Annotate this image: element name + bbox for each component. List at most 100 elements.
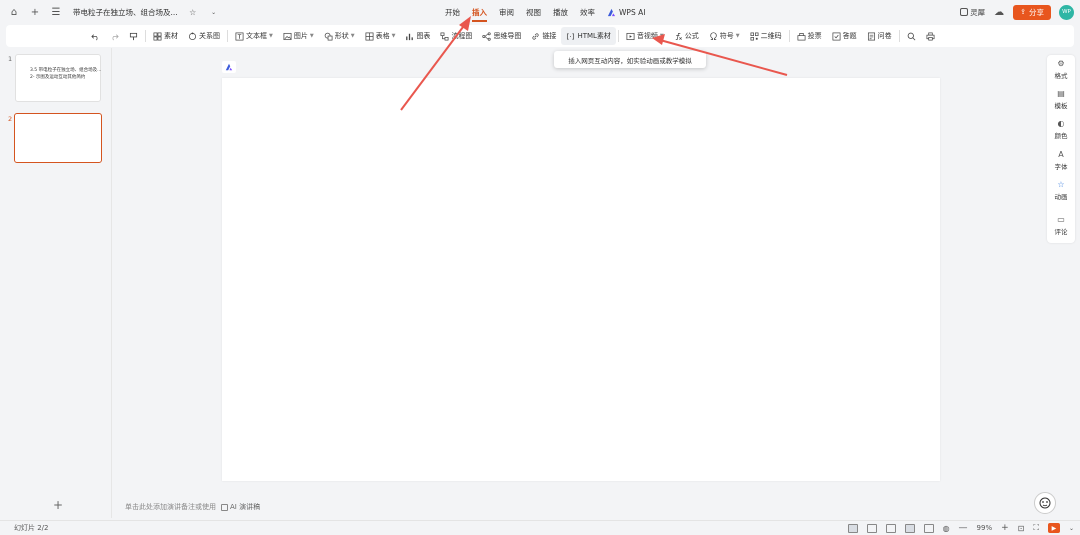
- globe-icon[interactable]: ◍: [943, 524, 950, 533]
- star-icon[interactable]: ☆: [187, 6, 199, 18]
- undo-button[interactable]: [86, 27, 105, 45]
- vote-icon: [797, 32, 806, 40]
- video-icon: [626, 32, 635, 40]
- zoom-level[interactable]: 99%: [977, 524, 993, 532]
- home-icon[interactable]: ⌂: [8, 6, 20, 18]
- menu-wps-ai[interactable]: WPS AI: [607, 8, 645, 17]
- chevron-down-icon: ▼: [735, 33, 740, 39]
- comment-icon: ▭: [1057, 215, 1065, 224]
- shape-button[interactable]: 形状 ▼: [319, 27, 360, 45]
- menu-icon[interactable]: ☰: [50, 6, 62, 18]
- share-button[interactable]: ⇪ 分享: [1013, 4, 1051, 20]
- vote-label: 投票: [807, 32, 822, 40]
- qrcode-label: 二维码: [760, 32, 782, 40]
- chevron-down-icon[interactable]: ⌄: [208, 6, 220, 18]
- notes-view-icon[interactable]: [923, 523, 934, 533]
- lingxi-button[interactable]: 灵犀: [960, 7, 985, 18]
- zoom-in-button[interactable]: +: [1001, 523, 1009, 533]
- image-button[interactable]: 图片 ▼: [278, 27, 319, 45]
- wps-ai-icon: [607, 8, 616, 16]
- vote-button[interactable]: 投票: [792, 27, 827, 45]
- media-button[interactable]: 音视频 ▼: [621, 27, 669, 45]
- link-label: 链接: [542, 32, 557, 40]
- mindmap-button[interactable]: 思维导图: [477, 27, 526, 45]
- ai-slide-icon[interactable]: [222, 61, 236, 73]
- add-tab-icon[interactable]: +: [29, 6, 41, 18]
- chart-icon: [406, 33, 414, 40]
- cloud-icon[interactable]: ☁: [993, 6, 1005, 18]
- menu-home[interactable]: 开始: [445, 7, 460, 18]
- chevron-down-icon[interactable]: ⌄: [1069, 525, 1074, 532]
- comment-panel-button[interactable]: ▭ 评论: [1047, 215, 1075, 236]
- fit-window-icon[interactable]: ⊡: [1018, 524, 1025, 533]
- grid-view-icon[interactable]: [866, 523, 877, 533]
- lingxi-label: 灵犀: [970, 7, 986, 17]
- format-panel-button[interactable]: ⚙ 格式: [1047, 59, 1075, 80]
- slide-thumbnail-2[interactable]: [14, 113, 102, 163]
- menu-review[interactable]: 审阅: [499, 7, 514, 18]
- html-material-label: HTML素材: [577, 32, 611, 40]
- flowchart-button[interactable]: 流程图: [435, 27, 477, 45]
- slide-thumbnail-text: 3.5 带电粒子在独立场、组合场及... 2- 示图及运动互动其他简约: [30, 67, 110, 81]
- wps-ai-icon: [225, 63, 233, 71]
- formula-icon: [675, 32, 682, 40]
- survey-button[interactable]: 问卷: [862, 27, 897, 45]
- font-panel-button[interactable]: A 字体: [1047, 150, 1075, 171]
- zoom-out-button[interactable]: —: [959, 523, 968, 533]
- material-button[interactable]: 素材: [148, 27, 183, 45]
- relation-label: 关系图: [199, 32, 220, 40]
- table-button[interactable]: 表格 ▼: [360, 27, 401, 45]
- gear-icon: ⚙: [1057, 59, 1065, 68]
- formula-button[interactable]: 公式: [669, 27, 704, 45]
- ai-notes-icon: [221, 503, 228, 511]
- textbox-icon: [235, 32, 244, 40]
- menu-insert[interactable]: 插入: [472, 7, 487, 22]
- quiz-icon: [832, 32, 841, 40]
- color-label: 颜色: [1054, 132, 1068, 140]
- avatar[interactable]: WP: [1059, 4, 1074, 20]
- chart-button[interactable]: 图表: [400, 27, 435, 45]
- animation-label: 动画: [1054, 193, 1068, 201]
- symbol-button[interactable]: 符号 ▼: [704, 27, 745, 45]
- mindmap-label: 思维导图: [493, 32, 522, 40]
- template-panel-button[interactable]: ▤ 模板: [1047, 89, 1075, 110]
- quiz-button[interactable]: 答题: [827, 27, 862, 45]
- fullscreen-icon[interactable]: ⛶: [1033, 523, 1039, 533]
- qrcode-button[interactable]: 二维码: [745, 27, 787, 45]
- menu-efficiency[interactable]: 效率: [580, 7, 595, 18]
- sorter-view-icon[interactable]: [885, 523, 896, 533]
- reading-view-icon[interactable]: [904, 523, 915, 533]
- format-painter-button[interactable]: [124, 27, 143, 45]
- menu-play[interactable]: 播放: [553, 7, 568, 18]
- speaker-notes-bar[interactable]: 单击此处添加演讲备注或使用 AI 演讲稿: [125, 502, 260, 512]
- ai-notes-button[interactable]: AI 演讲稿: [221, 502, 260, 512]
- thumb-line-2: 2- 示图及运动互动其他简约: [30, 75, 86, 80]
- slide-thumbnail-1[interactable]: 3.5 带电粒子在独立场、组合场及... 2- 示图及运动互动其他简约: [15, 54, 101, 102]
- slide-canvas[interactable]: [222, 78, 940, 481]
- survey-label: 问卷: [877, 32, 892, 40]
- html-material-button[interactable]: HTML素材: [561, 27, 616, 45]
- play-slideshow-button[interactable]: ▶: [1047, 523, 1060, 533]
- relation-diagram-button[interactable]: 关系图: [183, 27, 225, 45]
- font-label: 字体: [1054, 163, 1068, 171]
- chevron-down-icon: ▼: [350, 33, 355, 39]
- document-title[interactable]: 带电粒子在独立场、组合场及...: [73, 7, 178, 18]
- search-button[interactable]: [902, 27, 921, 45]
- media-label: 音视频: [636, 32, 658, 40]
- add-slide-button[interactable]: +: [53, 498, 63, 512]
- code-brackets-icon: [567, 32, 575, 40]
- textbox-button[interactable]: 文本框 ▼: [230, 27, 278, 45]
- color-panel-button[interactable]: ◐ 颜色: [1047, 119, 1075, 140]
- chevron-down-icon: ▼: [659, 33, 664, 39]
- chevron-down-icon: ▼: [391, 33, 396, 39]
- undo-icon: [91, 33, 98, 40]
- print-button[interactable]: [921, 27, 940, 45]
- redo-button[interactable]: [105, 27, 124, 45]
- divider: [788, 30, 790, 42]
- menu-view[interactable]: 视图: [526, 7, 541, 18]
- normal-view-icon[interactable]: [847, 523, 858, 533]
- assistant-avatar[interactable]: [1034, 492, 1056, 514]
- animation-panel-button[interactable]: ☆ 动画: [1047, 180, 1075, 201]
- link-button[interactable]: 链接: [526, 27, 561, 45]
- material-label: 素材: [164, 32, 178, 40]
